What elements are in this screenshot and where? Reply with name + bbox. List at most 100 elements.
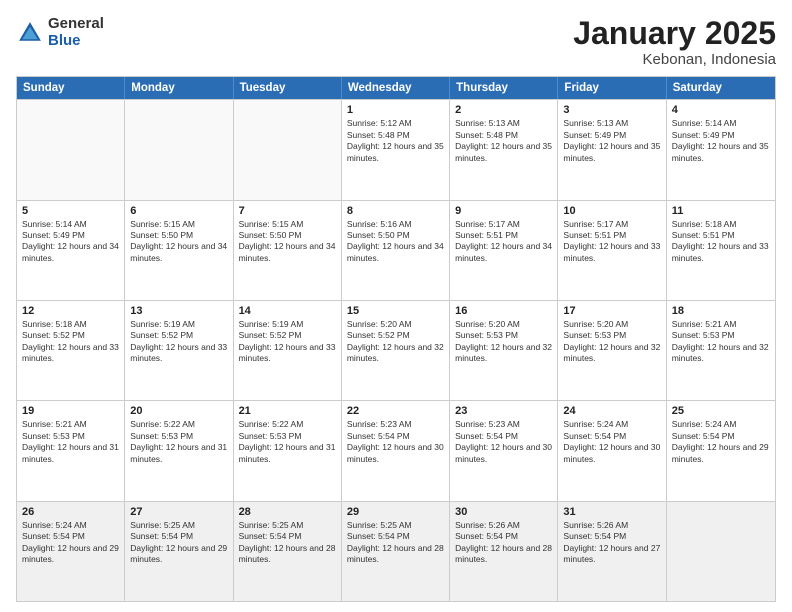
logo-text: General Blue bbox=[48, 16, 104, 49]
cal-cell: 12 Sunrise: 5:18 AM Sunset: 5:52 PM Dayli… bbox=[17, 301, 125, 400]
day-info: Sunrise: 5:22 AM Sunset: 5:53 PM Dayligh… bbox=[239, 419, 336, 465]
day-number: 27 bbox=[130, 506, 227, 518]
day-info: Sunrise: 5:25 AM Sunset: 5:54 PM Dayligh… bbox=[239, 520, 336, 566]
cal-cell: 18 Sunrise: 5:21 AM Sunset: 5:53 PM Dayli… bbox=[667, 301, 775, 400]
day-info: Sunrise: 5:22 AM Sunset: 5:53 PM Dayligh… bbox=[130, 419, 227, 465]
header: General Blue January 2025 Kebonan, Indon… bbox=[16, 16, 776, 68]
day-number: 15 bbox=[347, 305, 444, 317]
cal-cell: 30 Sunrise: 5:26 AM Sunset: 5:54 PM Dayli… bbox=[450, 502, 558, 601]
cal-cell: 4 Sunrise: 5:14 AM Sunset: 5:49 PM Daylig… bbox=[667, 100, 775, 199]
day-number: 30 bbox=[455, 506, 552, 518]
day-number: 18 bbox=[672, 305, 770, 317]
cal-cell: 7Sunrise: 5:15 AM Sunset: 5:50 PM Daylig… bbox=[234, 201, 342, 300]
logo-icon bbox=[16, 19, 44, 47]
cal-week-2: 5 Sunrise: 5:14 AM Sunset: 5:49 PM Daylig… bbox=[17, 200, 775, 300]
day-info: Sunrise: 5:19 AM Sunset: 5:52 PM Dayligh… bbox=[239, 319, 336, 365]
cal-cell: 23Sunrise: 5:23 AM Sunset: 5:54 PM Dayli… bbox=[450, 401, 558, 500]
cal-cell: 5 Sunrise: 5:14 AM Sunset: 5:49 PM Daylig… bbox=[17, 201, 125, 300]
day-info: Sunrise: 5:16 AM Sunset: 5:50 PM Dayligh… bbox=[347, 219, 444, 265]
day-number: 13 bbox=[130, 305, 227, 317]
cal-cell: 24Sunrise: 5:24 AM Sunset: 5:54 PM Dayli… bbox=[558, 401, 666, 500]
day-number: 16 bbox=[455, 305, 552, 317]
day-number: 6 bbox=[130, 205, 227, 217]
day-number: 9 bbox=[455, 205, 552, 217]
day-info: Sunrise: 5:13 AM Sunset: 5:49 PM Dayligh… bbox=[563, 118, 660, 164]
day-info: Sunrise: 5:17 AM Sunset: 5:51 PM Dayligh… bbox=[563, 219, 660, 265]
day-number: 11 bbox=[672, 205, 770, 217]
logo-blue: Blue bbox=[48, 33, 104, 50]
cal-cell: 19Sunrise: 5:21 AM Sunset: 5:53 PM Dayli… bbox=[17, 401, 125, 500]
cal-cell bbox=[17, 100, 125, 199]
cal-header-thursday: Thursday bbox=[450, 77, 558, 99]
day-number: 1 bbox=[347, 104, 444, 116]
day-number: 5 bbox=[22, 205, 119, 217]
day-number: 2 bbox=[455, 104, 552, 116]
cal-cell: 31 Sunrise: 5:26 AM Sunset: 5:54 PM Dayli… bbox=[558, 502, 666, 601]
day-number: 26 bbox=[22, 506, 119, 518]
day-info: Sunrise: 5:20 AM Sunset: 5:53 PM Dayligh… bbox=[455, 319, 552, 365]
cal-cell: 9 Sunrise: 5:17 AM Sunset: 5:51 PM Daylig… bbox=[450, 201, 558, 300]
day-number: 12 bbox=[22, 305, 119, 317]
title-block: January 2025 Kebonan, Indonesia bbox=[573, 16, 776, 68]
logo: General Blue bbox=[16, 16, 104, 49]
day-info: Sunrise: 5:21 AM Sunset: 5:53 PM Dayligh… bbox=[672, 319, 770, 365]
cal-cell: 8 Sunrise: 5:16 AM Sunset: 5:50 PM Daylig… bbox=[342, 201, 450, 300]
cal-cell: 17 Sunrise: 5:20 AM Sunset: 5:53 PM Dayli… bbox=[558, 301, 666, 400]
day-number: 7 bbox=[239, 205, 336, 217]
day-info: Sunrise: 5:24 AM Sunset: 5:54 PM Dayligh… bbox=[672, 419, 770, 465]
day-number: 4 bbox=[672, 104, 770, 116]
day-number: 10 bbox=[563, 205, 660, 217]
cal-cell: 1 Sunrise: 5:12 AM Sunset: 5:48 PM Daylig… bbox=[342, 100, 450, 199]
day-info: Sunrise: 5:20 AM Sunset: 5:53 PM Dayligh… bbox=[563, 319, 660, 365]
day-number: 31 bbox=[563, 506, 660, 518]
day-info: Sunrise: 5:24 AM Sunset: 5:54 PM Dayligh… bbox=[22, 520, 119, 566]
cal-cell: 21 Sunrise: 5:22 AM Sunset: 5:53 PM Dayli… bbox=[234, 401, 342, 500]
cal-header-monday: Monday bbox=[125, 77, 233, 99]
day-info: Sunrise: 5:19 AM Sunset: 5:52 PM Dayligh… bbox=[130, 319, 227, 365]
cal-cell: 13 Sunrise: 5:19 AM Sunset: 5:52 PM Dayli… bbox=[125, 301, 233, 400]
day-info: Sunrise: 5:24 AM Sunset: 5:54 PM Dayligh… bbox=[563, 419, 660, 465]
day-number: 21 bbox=[239, 405, 336, 417]
day-info: Sunrise: 5:18 AM Sunset: 5:52 PM Dayligh… bbox=[22, 319, 119, 365]
cal-header-friday: Friday bbox=[558, 77, 666, 99]
day-info: Sunrise: 5:26 AM Sunset: 5:54 PM Dayligh… bbox=[563, 520, 660, 566]
day-info: Sunrise: 5:15 AM Sunset: 5:50 PM Dayligh… bbox=[130, 219, 227, 265]
cal-week-5: 26 Sunrise: 5:24 AM Sunset: 5:54 PM Dayli… bbox=[17, 501, 775, 601]
cal-cell: 20 Sunrise: 5:22 AM Sunset: 5:53 PM Dayli… bbox=[125, 401, 233, 500]
day-info: Sunrise: 5:25 AM Sunset: 5:54 PM Dayligh… bbox=[347, 520, 444, 566]
cal-week-3: 12 Sunrise: 5:18 AM Sunset: 5:52 PM Dayli… bbox=[17, 300, 775, 400]
day-number: 8 bbox=[347, 205, 444, 217]
cal-cell: 25 Sunrise: 5:24 AM Sunset: 5:54 PM Dayli… bbox=[667, 401, 775, 500]
day-number: 22 bbox=[347, 405, 444, 417]
day-number: 20 bbox=[130, 405, 227, 417]
cal-cell: 28 Sunrise: 5:25 AM Sunset: 5:54 PM Dayli… bbox=[234, 502, 342, 601]
day-number: 28 bbox=[239, 506, 336, 518]
day-info: Sunrise: 5:14 AM Sunset: 5:49 PM Dayligh… bbox=[22, 219, 119, 265]
day-number: 23 bbox=[455, 405, 552, 417]
day-number: 3 bbox=[563, 104, 660, 116]
day-info: Sunrise: 5:18 AM Sunset: 5:51 PM Dayligh… bbox=[672, 219, 770, 265]
day-info: Sunrise: 5:26 AM Sunset: 5:54 PM Dayligh… bbox=[455, 520, 552, 566]
day-info: Sunrise: 5:20 AM Sunset: 5:52 PM Dayligh… bbox=[347, 319, 444, 365]
calendar: SundayMondayTuesdayWednesdayThursdayFrid… bbox=[16, 76, 776, 602]
cal-cell: 6 Sunrise: 5:15 AM Sunset: 5:50 PM Daylig… bbox=[125, 201, 233, 300]
cal-cell: 14 Sunrise: 5:19 AM Sunset: 5:52 PM Dayli… bbox=[234, 301, 342, 400]
cal-cell: 29Sunrise: 5:25 AM Sunset: 5:54 PM Dayli… bbox=[342, 502, 450, 601]
main-container: General Blue January 2025 Kebonan, Indon… bbox=[0, 0, 792, 612]
day-number: 25 bbox=[672, 405, 770, 417]
day-info: Sunrise: 5:23 AM Sunset: 5:54 PM Dayligh… bbox=[347, 419, 444, 465]
cal-header-sunday: Sunday bbox=[17, 77, 125, 99]
cal-header-tuesday: Tuesday bbox=[234, 77, 342, 99]
cal-cell bbox=[234, 100, 342, 199]
cal-cell: 16 Sunrise: 5:20 AM Sunset: 5:53 PM Dayli… bbox=[450, 301, 558, 400]
day-info: Sunrise: 5:12 AM Sunset: 5:48 PM Dayligh… bbox=[347, 118, 444, 164]
day-number: 14 bbox=[239, 305, 336, 317]
day-info: Sunrise: 5:17 AM Sunset: 5:51 PM Dayligh… bbox=[455, 219, 552, 265]
calendar-body: 1 Sunrise: 5:12 AM Sunset: 5:48 PM Daylig… bbox=[17, 99, 775, 601]
day-number: 17 bbox=[563, 305, 660, 317]
day-info: Sunrise: 5:14 AM Sunset: 5:49 PM Dayligh… bbox=[672, 118, 770, 164]
cal-header-saturday: Saturday bbox=[667, 77, 775, 99]
day-info: Sunrise: 5:21 AM Sunset: 5:53 PM Dayligh… bbox=[22, 419, 119, 465]
cal-cell: 2Sunrise: 5:13 AM Sunset: 5:48 PM Daylig… bbox=[450, 100, 558, 199]
logo-general: General bbox=[48, 16, 104, 33]
